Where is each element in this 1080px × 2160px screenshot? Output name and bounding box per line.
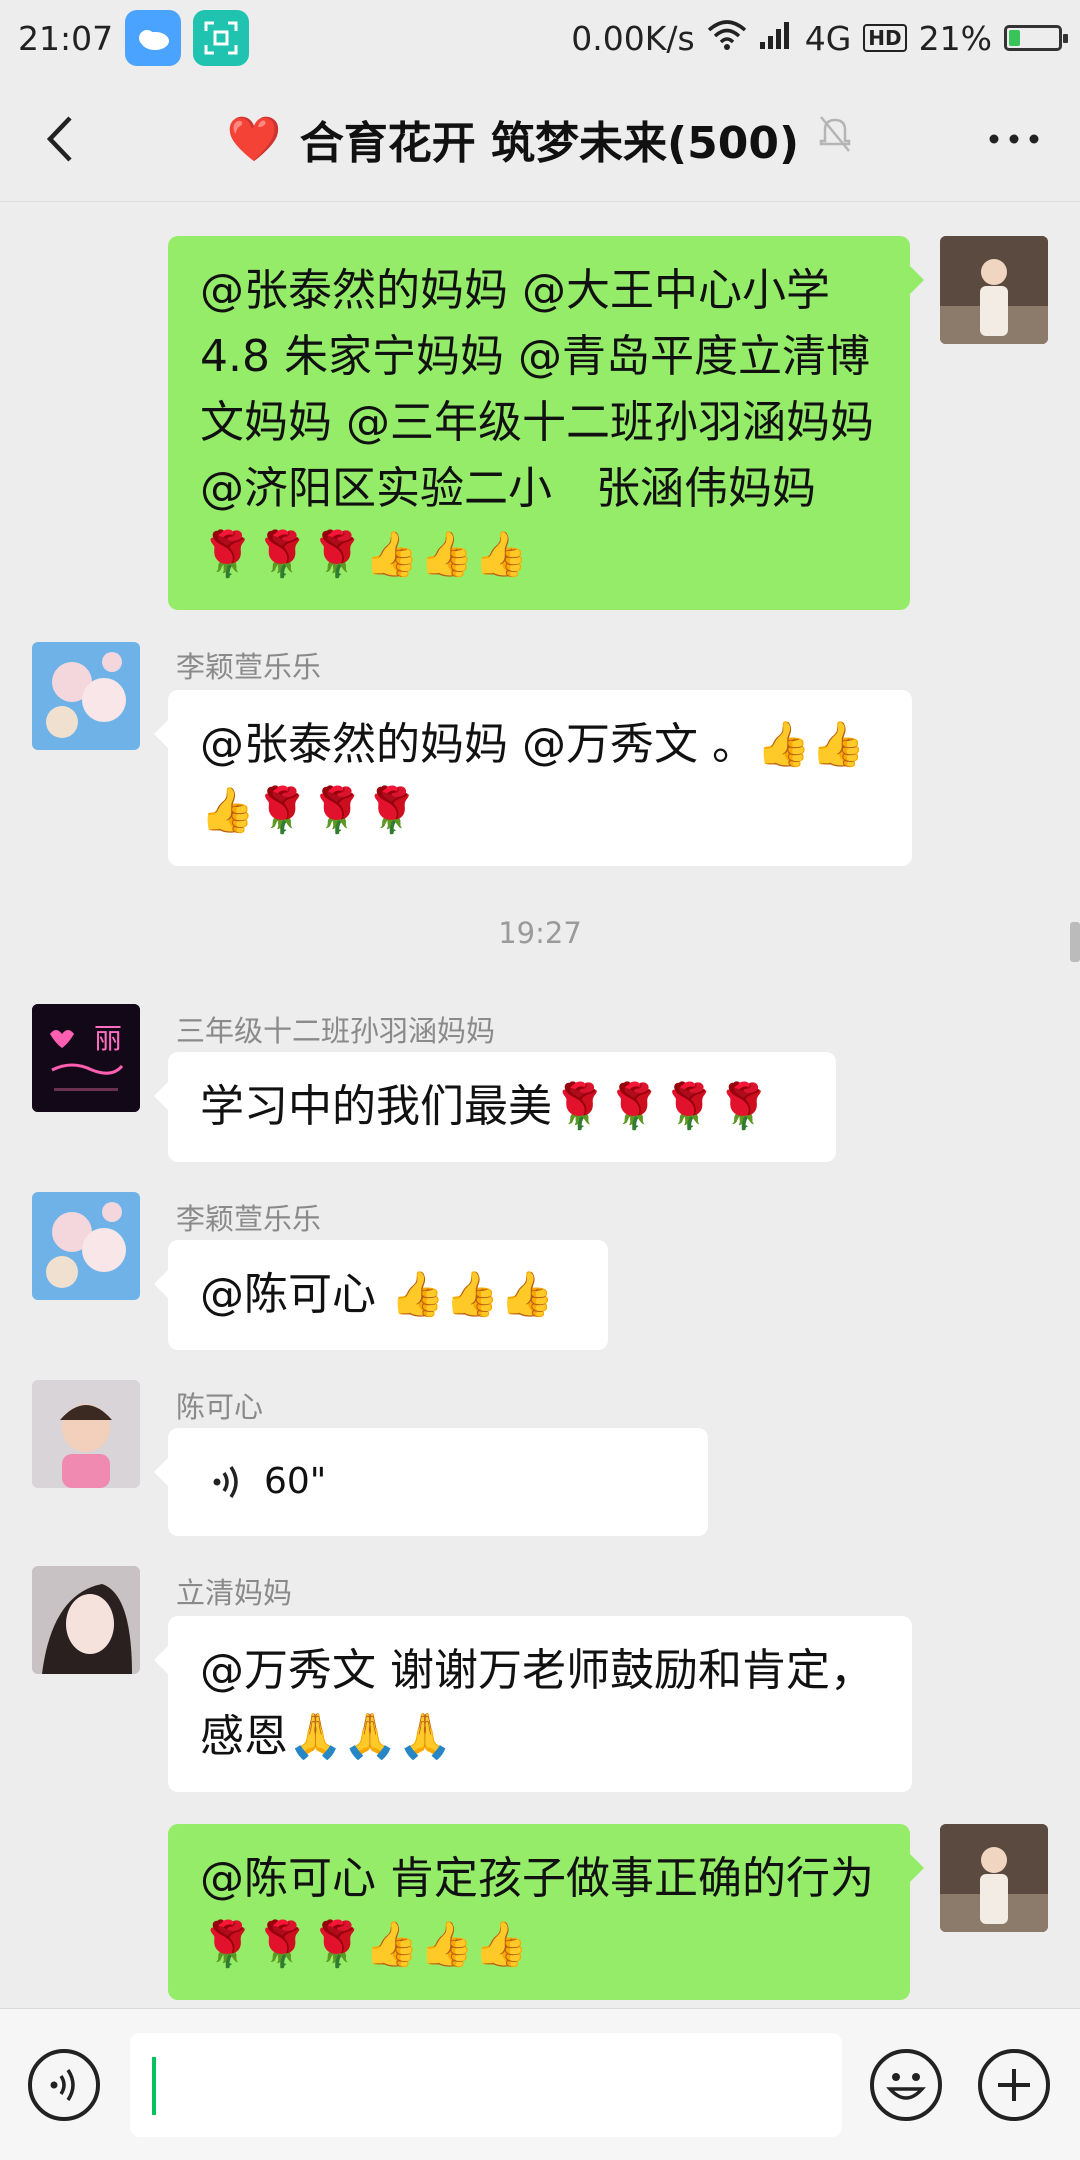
- more-features-button[interactable]: [978, 2049, 1050, 2121]
- sender-name: 李颖萱乐乐: [176, 650, 322, 684]
- sender-avatar[interactable]: [32, 1192, 140, 1300]
- message-bubble[interactable]: @张泰然的妈妈 @大王中心小学4.8 朱家宁妈妈 @青岛平度立清博文妈妈 @三年…: [168, 236, 924, 610]
- message-input[interactable]: [130, 2033, 842, 2137]
- chat-header: ❤️ 合育花开 筑梦未来(500): [0, 76, 1080, 202]
- signal-icon: [759, 19, 793, 58]
- plus-icon: [998, 2069, 1030, 2101]
- text-caret: [152, 2057, 156, 2115]
- voice-wave-icon: [213, 1466, 238, 1498]
- avatar-text: 丽: [94, 1022, 122, 1055]
- wifi-icon: [707, 19, 747, 58]
- message-list[interactable]: @张泰然的妈妈 @大王中心小学4.8 朱家宁妈妈 @青岛平度立清博文妈妈 @三年…: [0, 202, 1080, 2008]
- chevron-left-icon: [46, 116, 72, 162]
- message-bubble[interactable]: @张泰然的妈妈 @万秀文 。👍👍👍🌹🌹🌹: [154, 690, 912, 866]
- sender-avatar[interactable]: [32, 1566, 140, 1674]
- voice-input-button[interactable]: [28, 2049, 100, 2121]
- voice-icon: [50, 2069, 75, 2101]
- smiley-icon: [886, 2073, 926, 2100]
- my-avatar[interactable]: [940, 236, 1048, 344]
- timestamp: 19:27: [498, 916, 582, 950]
- sender-name: 李颖萱乐乐: [176, 1202, 322, 1236]
- voice-duration: 60": [264, 1461, 327, 1502]
- chat-title-area: ❤️ 合育花开 筑梦未来(500): [0, 76, 1080, 201]
- message-bubble[interactable]: @陈可心 👍👍👍: [154, 1240, 608, 1350]
- status-time: 21:07: [18, 18, 114, 58]
- sender-name: 陈可心: [176, 1390, 264, 1424]
- my-avatar[interactable]: [940, 1824, 1048, 1932]
- battery-percent: 21%: [918, 18, 992, 58]
- message-text: @张泰然的妈妈 @万秀文 。👍👍👍🌹🌹🌹: [200, 719, 866, 836]
- more-options-button[interactable]: [984, 114, 1044, 164]
- message-bubble[interactable]: @陈可心 肯定孩子做事正确的行为🌹🌹🌹👍👍👍: [168, 1824, 924, 2000]
- message-bubble[interactable]: 学习中的我们最美🌹🌹🌹🌹: [154, 1052, 836, 1162]
- scroll-indicator[interactable]: [1070, 922, 1080, 962]
- message-text: @陈可心 👍👍👍: [200, 1269, 555, 1320]
- network-speed: 0.00K/s: [571, 18, 695, 58]
- battery-level-fill: [1009, 30, 1020, 46]
- more-dots-icon: [989, 134, 1039, 144]
- chat-title: 合育花开 筑梦未来(500): [299, 117, 800, 169]
- message-bubble[interactable]: @万秀文 谢谢万老师鼓励和肯定，感恩🙏🙏🙏: [154, 1616, 912, 1792]
- sender-avatar[interactable]: 丽: [32, 1004, 140, 1112]
- message-text: @张泰然的妈妈 @大王中心小学4.8 朱家宁妈妈 @青岛平度立清博文妈妈 @三年…: [200, 265, 874, 580]
- status-bar: 21:07 0.00K/s 4G HD 21%: [0, 0, 1080, 76]
- emoji-button[interactable]: [870, 2049, 942, 2121]
- sender-name: 三年级十二班孙羽涵妈妈: [176, 1014, 496, 1048]
- voice-message-bubble[interactable]: 60": [154, 1428, 708, 1536]
- sender-avatar[interactable]: [32, 642, 140, 750]
- scan-app-icon: [193, 10, 250, 66]
- hd-voice-badge: HD: [863, 24, 907, 52]
- heart-emoji: ❤️: [226, 113, 282, 165]
- mute-bell-icon: [817, 113, 853, 164]
- sender-name: 立清妈妈: [176, 1576, 293, 1610]
- sender-avatar[interactable]: [32, 1380, 140, 1488]
- message-text: @陈可心 肯定孩子做事正确的行为🌹🌹🌹👍👍👍: [200, 1853, 874, 1970]
- input-bar: [0, 2008, 1080, 2160]
- battery-icon: [1004, 25, 1068, 51]
- message-text: @万秀文 谢谢万老师鼓励和肯定，感恩🙏🙏🙏: [200, 1645, 874, 1762]
- message-text: 学习中的我们最美🌹🌹🌹🌹: [200, 1081, 772, 1132]
- back-button[interactable]: [34, 114, 84, 164]
- network-type: 4G: [804, 18, 852, 58]
- weather-app-icon: [125, 10, 182, 66]
